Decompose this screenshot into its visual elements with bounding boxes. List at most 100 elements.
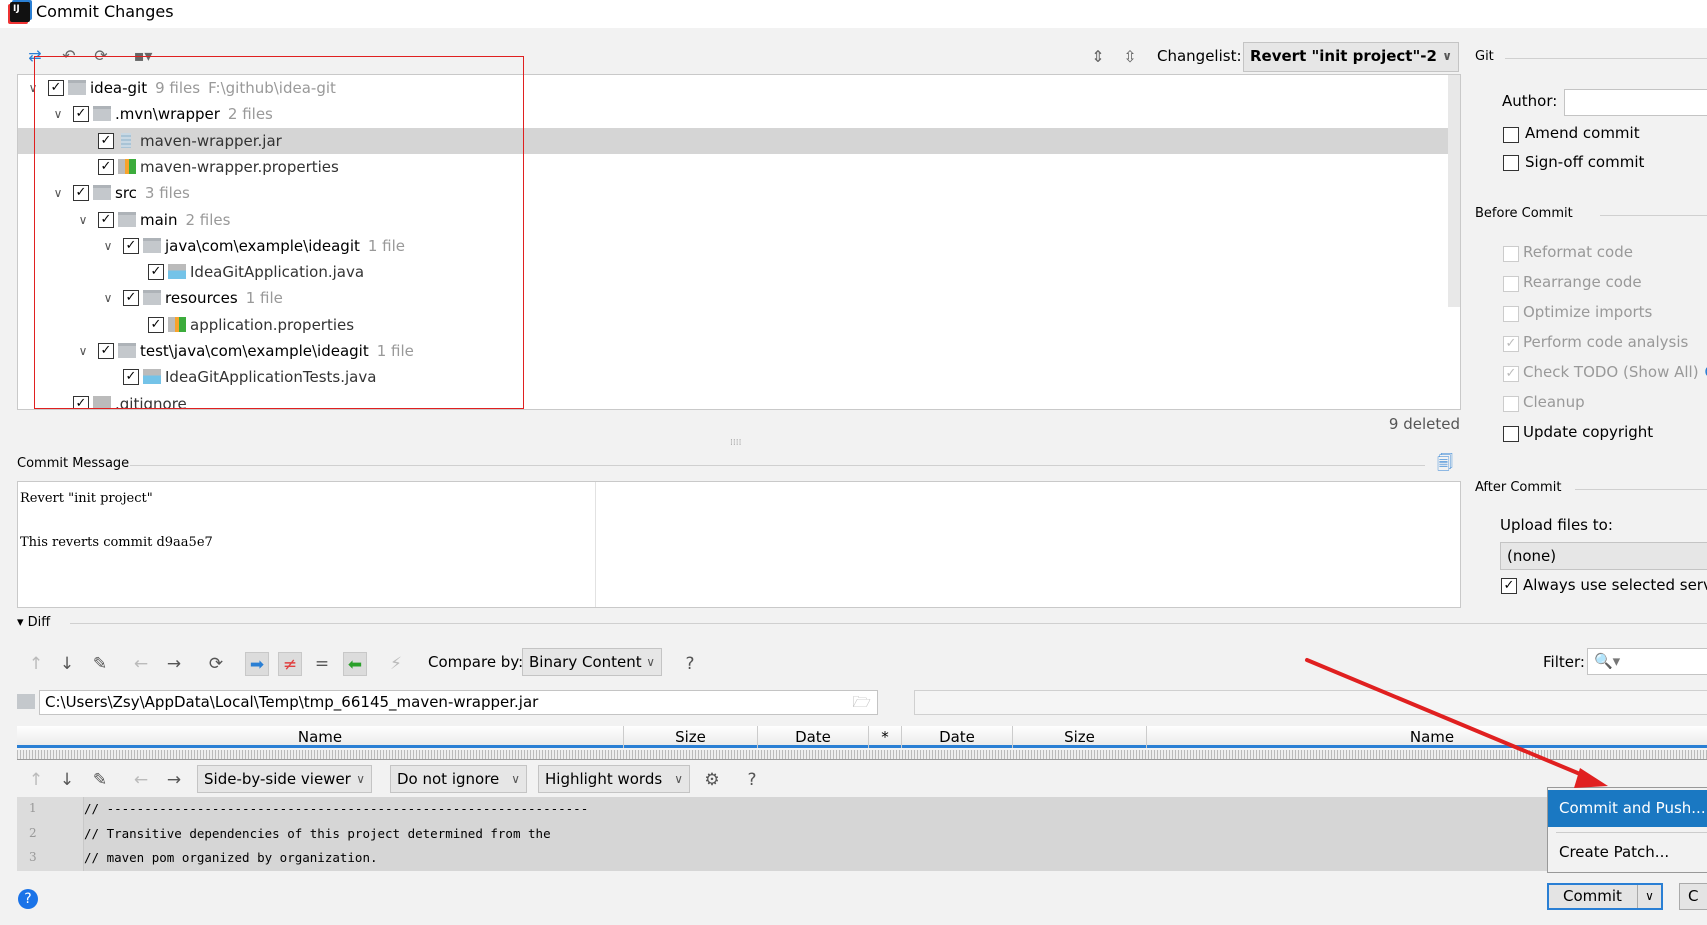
- diff-label: Diff: [27, 615, 51, 630]
- column-star[interactable]: *: [869, 726, 902, 748]
- forward-icon[interactable]: →: [162, 652, 186, 676]
- commit-message-label: Commit Message: [17, 456, 130, 471]
- ignore-dropdown[interactable]: Do not ignore ∨: [390, 765, 527, 793]
- back-icon[interactable]: ←: [129, 652, 153, 676]
- expand-all-icon[interactable]: ⇕: [1087, 46, 1109, 68]
- window-title: Commit Changes: [36, 2, 174, 21]
- commit-message-input[interactable]: Revert "init project" This reverts commi…: [17, 481, 1461, 608]
- code-line: // Transitive dependencies of this proje…: [84, 825, 551, 841]
- code-line: // -------------------------------------…: [84, 801, 589, 816]
- message-history-icon[interactable]: 🗐: [1434, 452, 1456, 474]
- browse-folder-icon[interactable]: 🗁: [852, 691, 871, 714]
- before-commit-checkbox: ✓: [1503, 366, 1519, 382]
- splitter-handle[interactable]: ⁞⁞⁞⁞: [730, 438, 741, 448]
- prev-diff-icon[interactable]: ↑: [24, 652, 48, 676]
- folder-icon: [17, 694, 35, 709]
- upload-server-dropdown[interactable]: (none): [1500, 542, 1707, 570]
- help-icon[interactable]: ?: [740, 768, 764, 792]
- back-icon[interactable]: ←: [129, 768, 153, 792]
- always-use-server-checkbox[interactable]: ✓: [1501, 578, 1517, 594]
- code-line: // maven pom organized by organization.: [84, 850, 378, 865]
- chevron-down-icon: ∨: [511, 772, 520, 786]
- column-name-left[interactable]: Name: [17, 726, 624, 748]
- sign-off-commit-checkbox[interactable]: [1503, 155, 1519, 171]
- edit-source-icon[interactable]: ✎: [88, 652, 112, 676]
- amend-commit-checkbox[interactable]: [1503, 127, 1519, 143]
- author-input[interactable]: [1564, 89, 1707, 116]
- help-button[interactable]: ?: [18, 889, 38, 909]
- chevron-down-icon: ∨: [674, 772, 683, 786]
- before-commit-checkbox: ✓: [1503, 336, 1519, 352]
- option-text: Optimize imports: [1523, 303, 1653, 321]
- highlight-dropdown[interactable]: Highlight words ∨: [538, 765, 690, 793]
- viewer-dropdown[interactable]: Side-by-side viewer ∨: [197, 765, 372, 793]
- column-date-right[interactable]: Date: [902, 726, 1013, 748]
- forward-icon[interactable]: →: [162, 768, 186, 792]
- ignore-value: Do not ignore: [397, 770, 500, 788]
- filter-label: Filter:: [1543, 653, 1585, 671]
- column-name-right[interactable]: Name: [1147, 726, 1707, 748]
- commit-button[interactable]: Commit ∨: [1547, 883, 1663, 910]
- menu-item-create-patch[interactable]: Create Patch...: [1548, 834, 1707, 871]
- before-commit-option-label: Rearrange code: [1523, 273, 1642, 291]
- highlight-value: Highlight words: [545, 770, 663, 788]
- option-text: Check TODO (Show All): [1523, 363, 1699, 381]
- filter-input[interactable]: 🔍▾: [1587, 648, 1707, 675]
- line-number: 2: [29, 825, 37, 840]
- changelist-value: Revert "init project"-2: [1250, 47, 1437, 65]
- prev-diff-icon[interactable]: ↑: [24, 768, 48, 792]
- option-text: Rearrange code: [1523, 273, 1642, 291]
- sync-scroll-icon[interactable]: ⚡: [384, 652, 408, 676]
- collapse-all-icon[interactable]: ⇳: [1119, 46, 1141, 68]
- show-different-icon[interactable]: ≠: [278, 652, 302, 676]
- changelist-label: Changelist:: [1157, 47, 1242, 65]
- status-text: 9 deleted: [1388, 415, 1460, 433]
- upload-files-label: Upload files to:: [1500, 516, 1613, 534]
- column-size-left[interactable]: Size: [624, 726, 758, 748]
- edit-source-icon[interactable]: ✎: [88, 768, 112, 792]
- before-commit-option-label: Check TODO (Show All)C: [1523, 363, 1707, 381]
- gear-icon[interactable]: ⚙: [700, 768, 724, 792]
- right-path-field[interactable]: [914, 690, 1707, 715]
- before-commit-option-label: Reformat code: [1523, 243, 1633, 261]
- option-text: Cleanup: [1523, 393, 1585, 411]
- before-commit-checkbox: [1503, 306, 1519, 322]
- always-use-server-label: Always use selected serve: [1523, 576, 1707, 594]
- compare-by-dropdown[interactable]: Binary Content ∨: [522, 648, 662, 676]
- commit-button-label: Commit: [1563, 887, 1622, 905]
- splitter-handle[interactable]: [17, 750, 1707, 760]
- cancel-button[interactable]: C: [1679, 883, 1707, 910]
- before-commit-option-label: Cleanup: [1523, 393, 1585, 411]
- before-commit-checkbox: [1503, 396, 1519, 412]
- left-path-field[interactable]: C:\Users\Zsy\AppData\Local\Temp\tmp_6614…: [39, 690, 878, 715]
- column-date-left[interactable]: Date: [758, 726, 869, 748]
- refresh-diff-icon[interactable]: ⟳: [204, 652, 228, 676]
- before-commit-checkbox: [1503, 276, 1519, 292]
- next-diff-icon[interactable]: ↓: [55, 652, 79, 676]
- help-icon[interactable]: ?: [678, 652, 702, 676]
- author-label: Author:: [1502, 92, 1558, 110]
- before-commit-option-label: Update copyright: [1523, 423, 1653, 441]
- viewer-value: Side-by-side viewer: [204, 770, 351, 788]
- after-commit-label: After Commit: [1475, 480, 1562, 495]
- changelist-dropdown[interactable]: Revert "init project"-2 ∨: [1243, 42, 1459, 72]
- show-right-only-icon[interactable]: ⬅: [343, 652, 367, 676]
- tree-scrollbar[interactable]: [1448, 75, 1460, 307]
- upload-server-value: (none): [1507, 547, 1557, 565]
- next-diff-icon[interactable]: ↓: [55, 768, 79, 792]
- before-commit-label: Before Commit: [1475, 206, 1573, 221]
- right-margin-guide: [595, 482, 596, 607]
- show-equal-icon[interactable]: =: [310, 652, 334, 676]
- show-left-only-icon[interactable]: ➡: [245, 652, 269, 676]
- left-path-value: C:\Users\Zsy\AppData\Local\Temp\tmp_6614…: [45, 693, 539, 711]
- before-commit-option-label: Perform code analysis: [1523, 333, 1688, 351]
- column-size-right[interactable]: Size: [1013, 726, 1147, 748]
- before-commit-checkbox[interactable]: [1503, 426, 1519, 442]
- menu-item-commit-and-push[interactable]: Commit and Push...: [1548, 790, 1707, 827]
- chevron-down-icon[interactable]: ∨: [1637, 885, 1661, 908]
- line-number: 3: [29, 850, 37, 864]
- annotation-rectangle: [34, 56, 524, 409]
- git-section-label: Git: [1475, 49, 1494, 64]
- diff-toggle[interactable]: ▾ Diff: [17, 615, 50, 630]
- search-icon: 🔍▾: [1594, 652, 1621, 670]
